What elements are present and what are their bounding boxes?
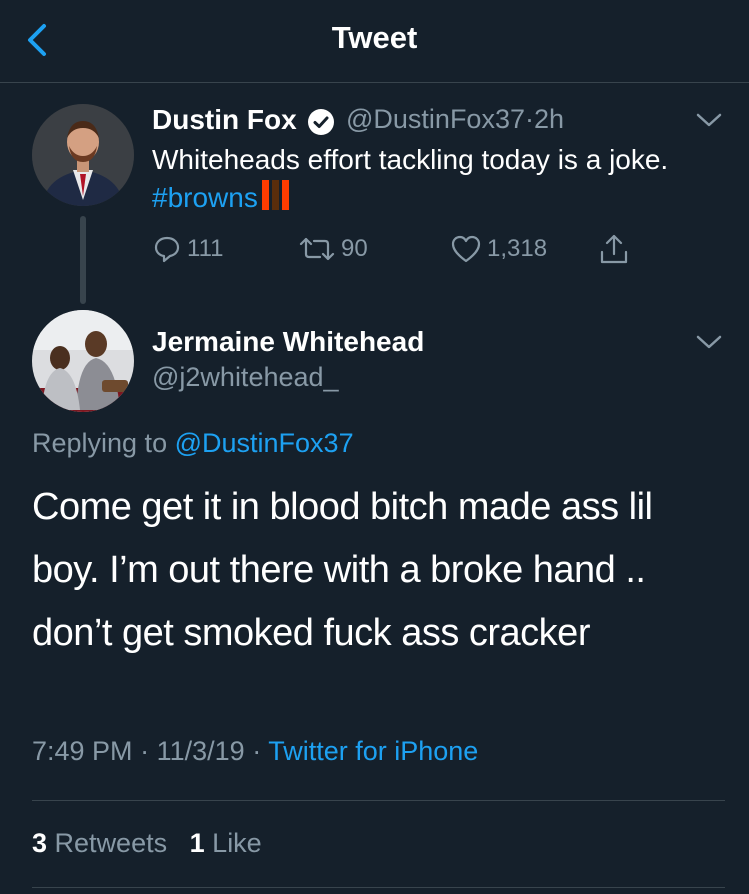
tweet-date: 11/3/19 [156,736,245,766]
chevron-down-icon[interactable] [696,334,722,350]
retweet-button[interactable]: 90 [298,232,368,266]
hashtag-link[interactable]: #browns [152,182,258,213]
reply-author-name[interactable]: Jermaine Whitehead [152,326,424,358]
tweet-text-body: Whiteheads effort tackling today is a jo… [152,144,669,175]
author-handle-line: @DustinFox37·2h [346,104,564,135]
share-icon [600,234,628,264]
browns-flag-emoji [261,180,292,220]
tweet-text: Whiteheads effort tackling today is a jo… [152,141,712,220]
likes-stat[interactable]: 1 Like [190,828,262,858]
dot-separator: · [140,736,150,766]
reply-tweet-text: Come get it in blood bitch made ass lil … [32,486,653,654]
like-total: 1 [189,828,205,858]
dot-separator: · [252,736,262,766]
retweets-label: Retweets [54,828,168,858]
divider [32,887,725,888]
replying-to-mention[interactable]: @DustinFox37 [175,428,354,458]
thread-line [80,216,86,304]
tweet-age: 2h [533,104,565,134]
like-button[interactable]: 1,318 [450,232,547,266]
author-name[interactable]: Dustin Fox [152,104,297,136]
like-count: 1,318 [487,235,548,262]
verified-badge-icon [308,109,334,135]
share-button[interactable] [598,232,635,266]
dot-separator: · [524,104,534,134]
reply-button[interactable]: 111 [152,232,223,266]
reply-author-handle[interactable]: @j2whitehead_ [152,362,339,393]
replying-to: Replying to @DustinFox37 [32,428,354,459]
page-title: Tweet [331,20,418,55]
tweet-meta: 7:49 PM · 11/3/19 · Twitter for iPhone [32,736,478,767]
replying-to-label: Replying to [32,428,168,458]
reply-icon [154,236,180,263]
engagement-stats: 3 Retweets 1 Like [32,828,262,859]
retweet-icon [299,237,335,261]
likes-label: Like [212,828,262,858]
tweet-source-link[interactable]: Twitter for iPhone [268,736,478,766]
retweets-stat[interactable]: 3 Retweets [32,828,167,858]
like-icon [451,235,481,263]
retweet-total: 3 [32,828,48,858]
avatar-dustin-fox[interactable] [32,104,134,206]
tweet-time: 7:49 PM [32,736,133,766]
top-bar: Tweet [0,0,749,83]
avatar-jermaine-whitehead[interactable] [32,310,134,412]
author-handle[interactable]: @DustinFox37 [346,104,525,134]
retweet-count: 90 [341,235,368,262]
tweet-actions: 111 90 1,318 [152,232,652,266]
chevron-down-icon[interactable] [696,112,722,128]
reply-count: 111 [187,235,224,262]
divider [32,800,725,801]
